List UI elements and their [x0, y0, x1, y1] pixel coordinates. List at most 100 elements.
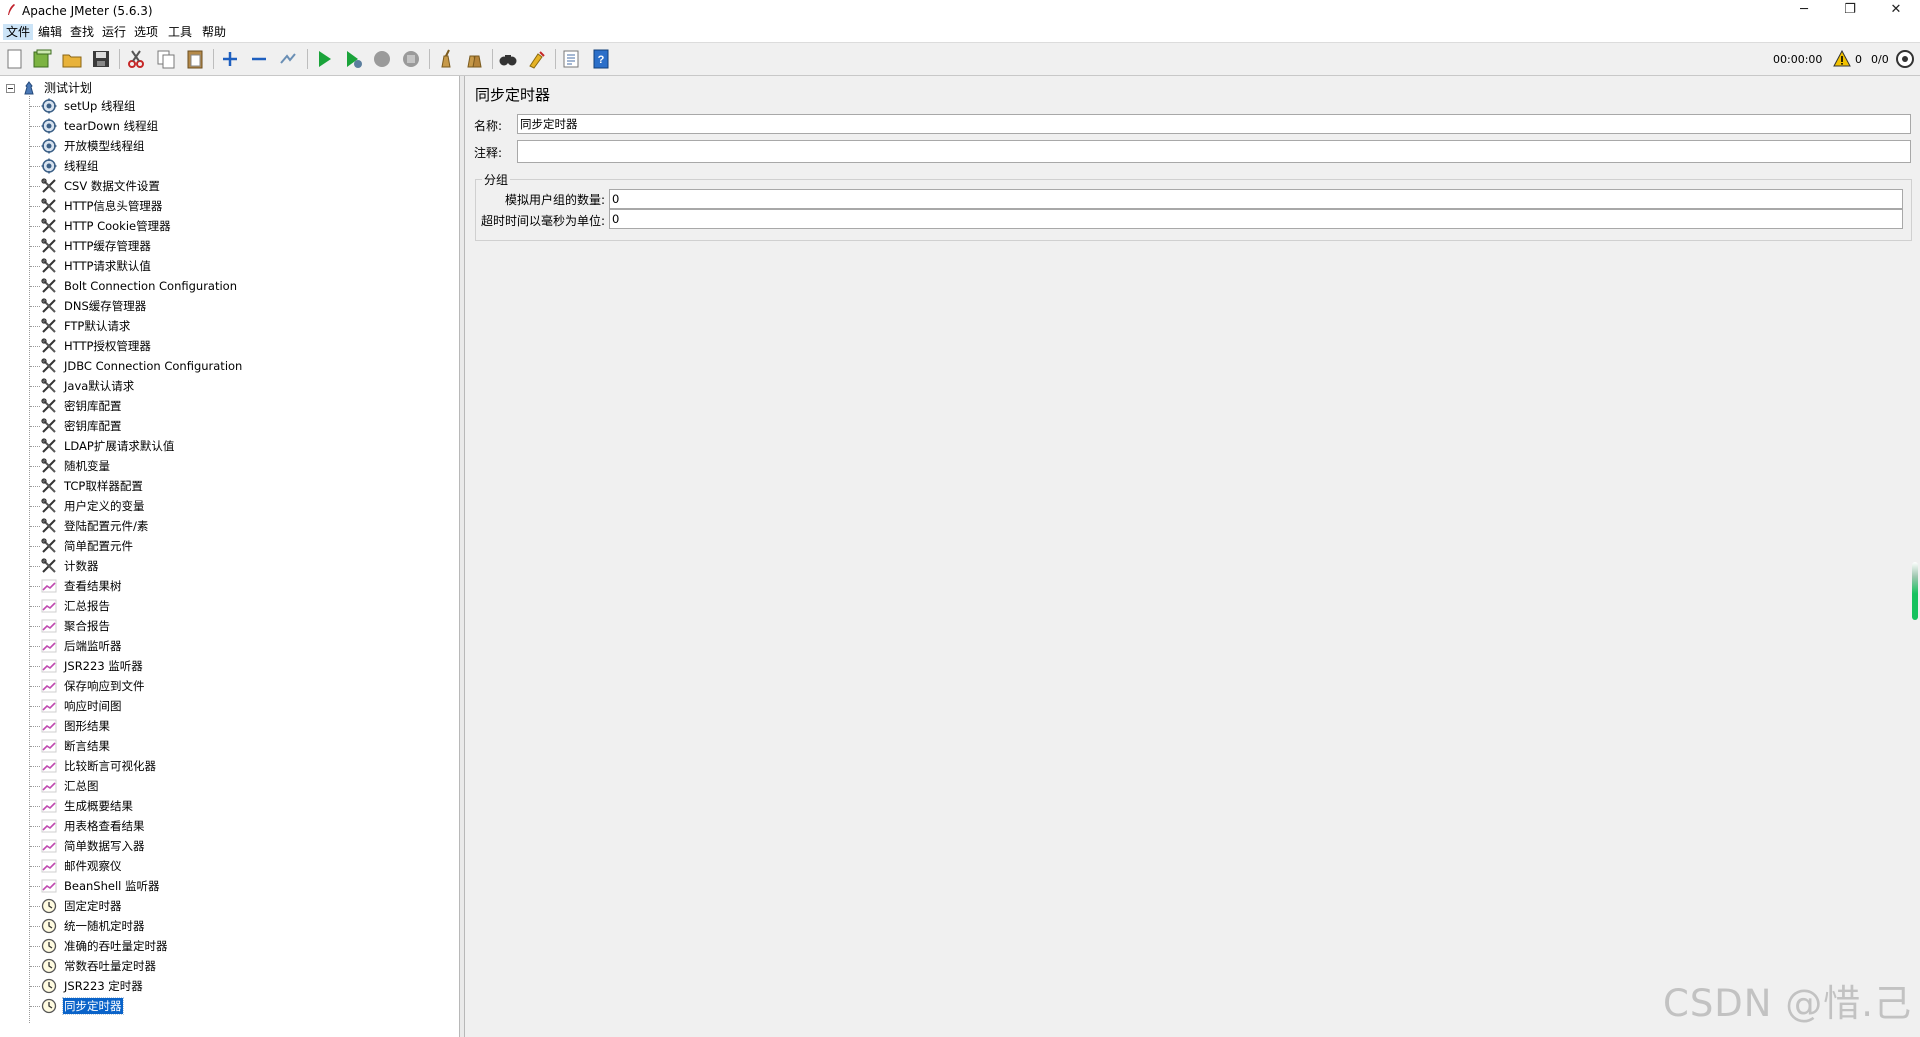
tree-node-label[interactable]: 密钥库配置: [63, 418, 123, 434]
menu-edit[interactable]: 编辑: [35, 24, 65, 40]
tree-node-label[interactable]: FTP默认请求: [63, 318, 131, 334]
tree-node-label[interactable]: 响应时间图: [63, 698, 123, 714]
tree-node-label[interactable]: Java默认请求: [63, 378, 135, 394]
minimize-button[interactable]: ─: [1781, 0, 1827, 22]
tree-node-label[interactable]: 统一随机定时器: [63, 918, 146, 934]
timeout-ms-field[interactable]: 0: [609, 209, 1903, 229]
tree-node-label[interactable]: 邮件观察仪: [63, 858, 123, 874]
menu-file[interactable]: 文件: [3, 24, 34, 40]
tree-node[interactable]: 统一随机定时器: [30, 916, 430, 936]
tree-node-label[interactable]: 固定定时器: [63, 898, 123, 914]
tree-node[interactable]: 生成概要结果: [30, 796, 430, 816]
tree-node-label[interactable]: 用表格查看结果: [63, 818, 146, 834]
save-icon[interactable]: [90, 48, 112, 70]
tree-node[interactable]: DNS缓存管理器: [30, 296, 430, 316]
menu-options[interactable]: 选项: [131, 24, 161, 40]
tree-node[interactable]: Bolt Connection Configuration: [30, 276, 430, 296]
tree-node[interactable]: 随机变量: [30, 456, 430, 476]
tree-node[interactable]: 汇总报告: [30, 596, 430, 616]
tree-node-label[interactable]: 比较断言可视化器: [63, 758, 157, 774]
tree-node[interactable]: 响应时间图: [30, 696, 430, 716]
tree-node-label[interactable]: LDAP扩展请求默认值: [63, 438, 175, 454]
tree-node[interactable]: 密钥库配置: [30, 416, 430, 436]
tree-node-label[interactable]: 常数吞吐量定时器: [63, 958, 157, 974]
comment-field[interactable]: [517, 140, 1911, 163]
tree-node[interactable]: 线程组: [30, 156, 430, 176]
menu-search[interactable]: 查找: [67, 24, 97, 40]
templates-icon[interactable]: [31, 48, 53, 70]
toggle-icon[interactable]: [277, 48, 299, 70]
tree-node-label[interactable]: Bolt Connection Configuration: [63, 278, 238, 294]
collapse-icon[interactable]: [248, 48, 270, 70]
tree-node[interactable]: 密钥库配置: [30, 396, 430, 416]
tree-node-label[interactable]: 聚合报告: [63, 618, 111, 634]
expand-icon[interactable]: [219, 48, 241, 70]
tree-node[interactable]: 保存响应到文件: [30, 676, 430, 696]
tree-node-label[interactable]: 后端监听器: [63, 638, 123, 654]
tree-node-label[interactable]: 计数器: [63, 558, 100, 574]
warning-icon[interactable]: [1833, 50, 1851, 68]
new-icon[interactable]: [4, 48, 26, 70]
tree-node[interactable]: TCP取样器配置: [30, 476, 430, 496]
tree-node[interactable]: 用户定义的变量: [30, 496, 430, 516]
tree-node[interactable]: 断言结果: [30, 736, 430, 756]
search-icon[interactable]: [497, 48, 519, 70]
tree-node-label[interactable]: 汇总报告: [63, 598, 111, 614]
tree-node-label[interactable]: DNS缓存管理器: [63, 298, 147, 314]
tree-node-label[interactable]: 图形结果: [63, 718, 111, 734]
tree-node[interactable]: 常数吞吐量定时器: [30, 956, 430, 976]
test-plan-tree[interactable]: 测试计划 setUp 线程组 tearDown 线程组 开放模型线程组 线程组 CSV …: [0, 76, 459, 1037]
restore-button[interactable]: ❐: [1827, 0, 1873, 22]
tree-node-label[interactable]: HTTP请求默认值: [63, 258, 152, 274]
tree-node-label[interactable]: 线程组: [63, 158, 100, 174]
tree-node[interactable]: HTTP缓存管理器: [30, 236, 430, 256]
tree-node[interactable]: 固定定时器: [30, 896, 430, 916]
menu-help[interactable]: 帮助: [199, 24, 229, 40]
tree-node[interactable]: 查看结果树: [30, 576, 430, 596]
tree-node[interactable]: tearDown 线程组: [30, 116, 430, 136]
tree-node[interactable]: CSV 数据文件设置: [30, 176, 430, 196]
tree-node-label[interactable]: HTTP授权管理器: [63, 338, 152, 354]
tree-node[interactable]: JSR223 定时器: [30, 976, 430, 996]
tree-node-label[interactable]: setUp 线程组: [63, 98, 136, 114]
tree-node[interactable]: 登陆配置元件/素: [30, 516, 430, 536]
menu-run[interactable]: 运行: [99, 24, 129, 40]
name-field[interactable]: 同步定时器: [517, 114, 1911, 134]
tree-node[interactable]: 简单数据写入器: [30, 836, 430, 856]
tree-node-label[interactable]: HTTP信息头管理器: [63, 198, 163, 214]
open-icon[interactable]: [61, 48, 83, 70]
tree-node[interactable]: JSR223 监听器: [30, 656, 430, 676]
tree-node[interactable]: HTTP Cookie管理器: [30, 216, 430, 236]
tree-node-label[interactable]: 简单配置元件: [63, 538, 134, 554]
tree-node-label[interactable]: 同步定时器: [62, 997, 124, 1015]
tree-node[interactable]: Java默认请求: [30, 376, 430, 396]
start-icon[interactable]: [313, 48, 335, 70]
clear-all-icon[interactable]: [463, 48, 485, 70]
tree-root-test-plan[interactable]: 测试计划: [44, 80, 92, 96]
tree-node[interactable]: 比较断言可视化器: [30, 756, 430, 776]
tree-node-label[interactable]: 随机变量: [63, 458, 111, 474]
tree-node[interactable]: 邮件观察仪: [30, 856, 430, 876]
tree-node[interactable]: 简单配置元件: [30, 536, 430, 556]
tree-node-label[interactable]: 查看结果树: [63, 578, 123, 594]
function-helper-icon[interactable]: [560, 48, 582, 70]
tree-node[interactable]: BeanShell 监听器: [30, 876, 430, 896]
copy-icon[interactable]: [155, 48, 177, 70]
stop-icon[interactable]: [371, 48, 393, 70]
tree-node-label[interactable]: HTTP Cookie管理器: [63, 218, 172, 234]
tree-node[interactable]: setUp 线程组: [30, 96, 430, 116]
start-no-pauses-icon[interactable]: [342, 48, 364, 70]
tree-node-label[interactable]: 登陆配置元件/素: [63, 518, 149, 534]
thread-gear-icon[interactable]: [1895, 49, 1915, 69]
tree-collapse-toggle[interactable]: [6, 84, 15, 93]
tree-node-label[interactable]: tearDown 线程组: [63, 118, 159, 134]
tree-node[interactable]: 准确的吞吐量定时器: [30, 936, 430, 956]
tree-node-label[interactable]: 简单数据写入器: [63, 838, 146, 854]
tree-node-label[interactable]: 密钥库配置: [63, 398, 123, 414]
tree-node-label[interactable]: 用户定义的变量: [63, 498, 146, 514]
tree-node-label[interactable]: TCP取样器配置: [63, 478, 144, 494]
help-icon[interactable]: ?: [590, 48, 612, 70]
tree-node-label[interactable]: 开放模型线程组: [63, 138, 146, 154]
tree-node-label[interactable]: JSR223 定时器: [63, 978, 144, 994]
tree-node[interactable]: HTTP信息头管理器: [30, 196, 430, 216]
